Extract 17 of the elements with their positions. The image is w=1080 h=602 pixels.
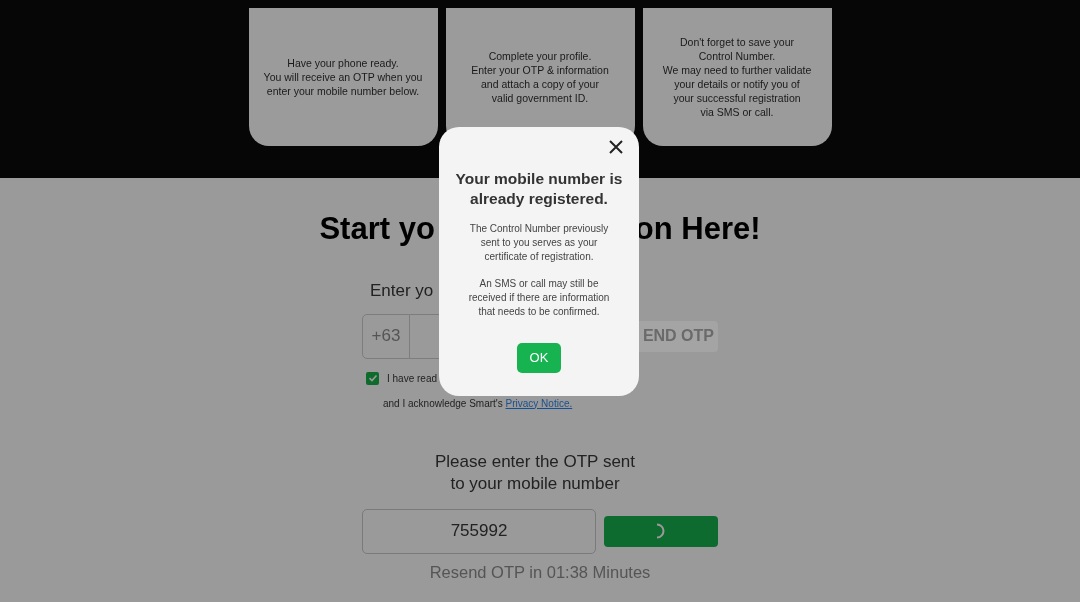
- verify-button[interactable]: [604, 515, 718, 547]
- modal-text: The Control Number previously sent to you serves as your certificate of registration.: [468, 222, 610, 264]
- consent-text: and I acknowledge Smart's Privacy Notice.: [383, 396, 574, 411]
- otp-input-field[interactable]: 755992: [362, 508, 596, 554]
- resend-timer: Resend OTP in 01:38 Minutes: [428, 561, 652, 583]
- privacy-notice-link[interactable]: Privacy Notice.: [505, 397, 573, 409]
- step-card: Don't forget to save your Control Number. We may need to further validate your details or notify you of your successful registration via SMS or call.: [642, 8, 832, 146]
- modal-title: Your mobile number is already registered.: [454, 169, 624, 209]
- checkbox[interactable]: [366, 371, 379, 385]
- heading-text: Start yo: [319, 210, 435, 248]
- modal-text: An SMS or call may still be received if there are information that needs to be confirmed.: [467, 277, 611, 319]
- close-icon[interactable]: [609, 140, 623, 154]
- field-label: Enter yo: [370, 281, 434, 300]
- step-card: Have your phone ready. You will receive an OTP when you enter your mobile number below.: [248, 8, 438, 146]
- consent-text: I have read: [387, 371, 438, 386]
- ok-button[interactable]: OK: [517, 343, 561, 373]
- otp-label: Please enter the OTP sent to your mobile number: [434, 450, 636, 495]
